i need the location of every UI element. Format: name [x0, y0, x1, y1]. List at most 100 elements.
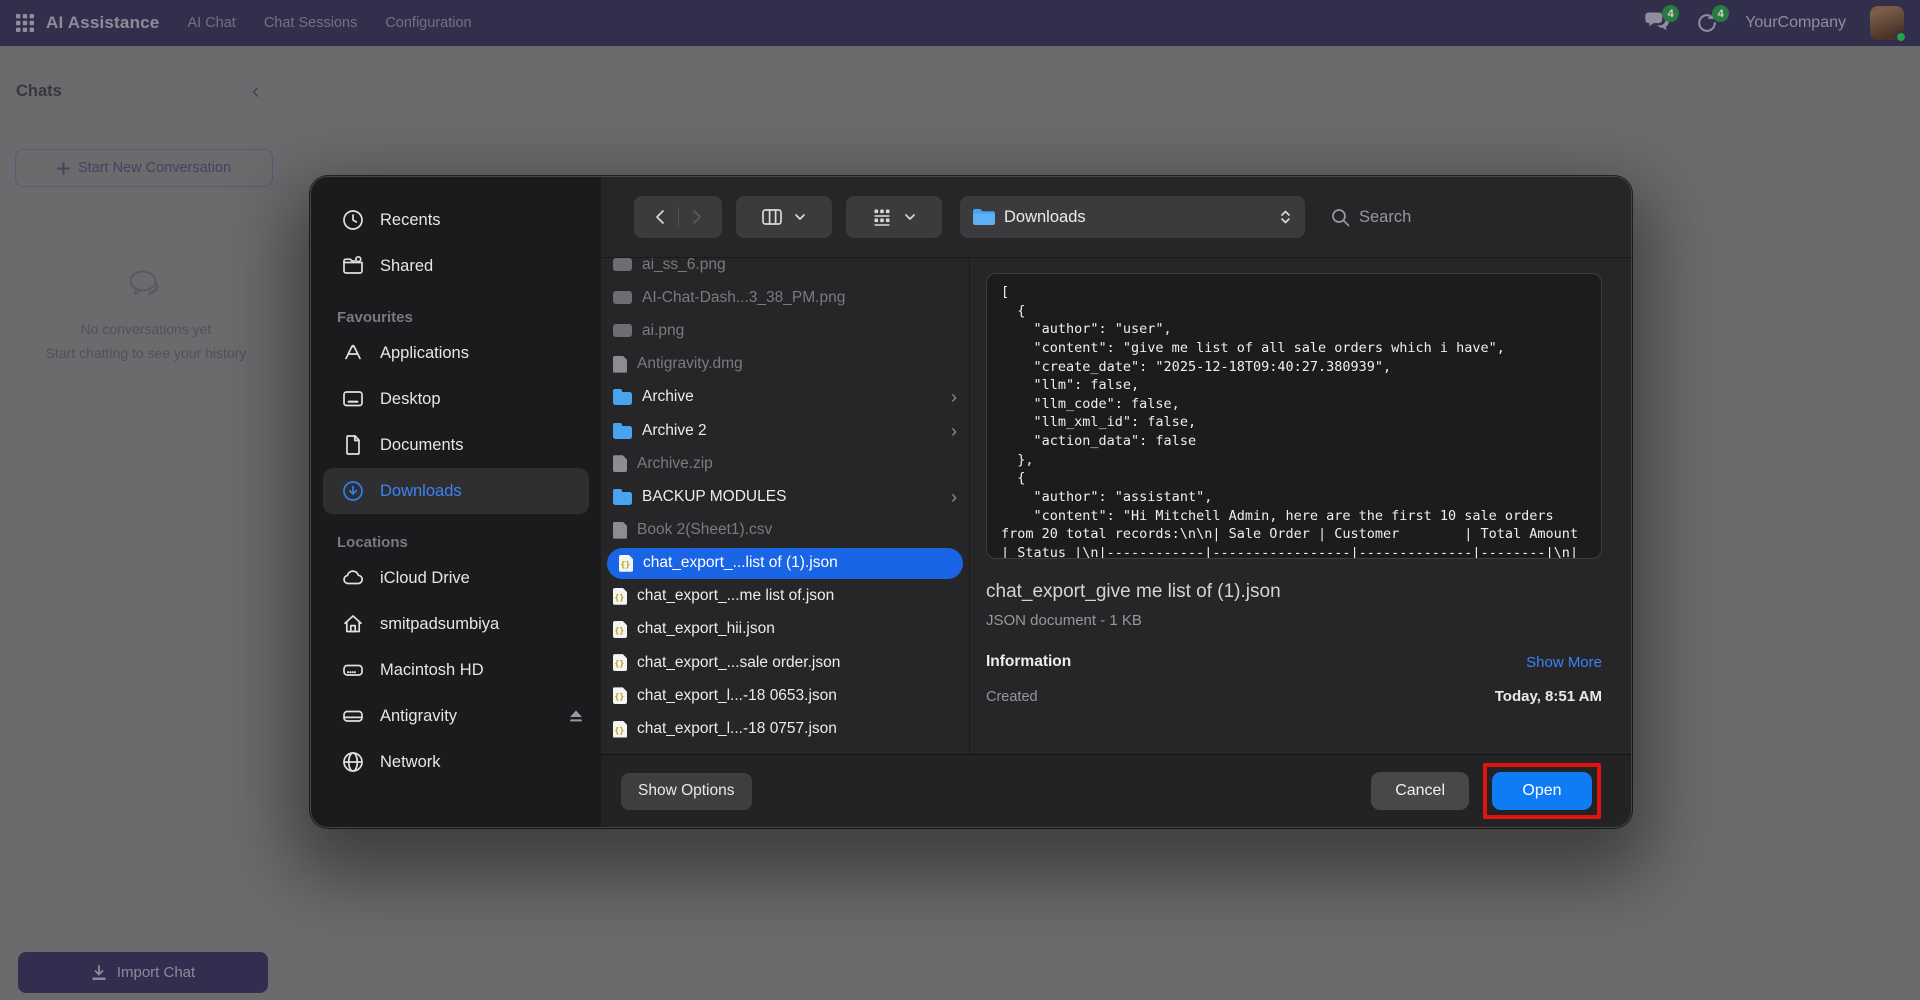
json-file-icon [613, 654, 627, 671]
file-row[interactable]: Antigravity.dmg [601, 348, 969, 381]
sidebar-item-documents[interactable]: Documents [311, 422, 601, 468]
open-button-highlight: Open [1483, 763, 1601, 819]
app-brand: AI Assistance [46, 13, 159, 33]
sidebar-item-shared[interactable]: Shared [311, 243, 601, 289]
sidebar-section-favourites: Favourites [311, 309, 601, 326]
sidebar-item-applications[interactable]: Applications [311, 330, 601, 376]
open-button[interactable]: Open [1492, 772, 1592, 810]
preview-pane: [ { "author": "user", "content": "give m… [970, 258, 1631, 754]
apps-grid-icon[interactable] [16, 14, 34, 32]
sidebar-item-icloud-drive[interactable]: iCloud Drive [311, 555, 601, 601]
file-row[interactable]: chat_export_...me list of.json [601, 580, 969, 613]
document-icon [341, 433, 365, 457]
folder-row[interactable]: BACKUP MODULES› [601, 480, 969, 513]
sidebar-item-downloads[interactable]: Downloads [323, 468, 589, 514]
user-avatar[interactable] [1870, 6, 1904, 40]
search-field[interactable] [1331, 208, 1529, 227]
online-status-dot [1895, 31, 1907, 43]
clock-icon [341, 208, 365, 232]
chevron-right-icon: › [951, 488, 957, 506]
desktop-icon [341, 387, 365, 411]
sidebar-item-macintosh-hd[interactable]: Macintosh HD [311, 647, 601, 693]
chevron-right-icon: › [951, 422, 957, 440]
view-mode-button[interactable] [736, 196, 832, 238]
sidebar-item-desktop[interactable]: Desktop [311, 376, 601, 422]
cloud-icon [341, 566, 365, 590]
folder-row[interactable]: Archive› [601, 381, 969, 414]
image-file-icon [613, 324, 632, 337]
show-options-button[interactable]: Show Options [621, 773, 752, 810]
show-more-link[interactable]: Show More [1526, 654, 1602, 671]
folder-icon [972, 208, 995, 226]
sidebar-item-network[interactable]: Network [311, 739, 601, 785]
location-dropdown[interactable]: Downloads [960, 196, 1305, 238]
sidebar-item-home[interactable]: smitpadsumbiya [311, 601, 601, 647]
import-chat-button[interactable]: Import Chat [18, 952, 268, 993]
created-value: Today, 8:51 AM [1495, 688, 1602, 705]
json-file-icon [613, 687, 627, 704]
preview-file-meta: JSON document - 1 KB [986, 612, 1602, 629]
empty-state-subtitle: Start chatting to see your history [0, 345, 292, 361]
dialog-footer: Show Options Cancel Open [601, 754, 1631, 827]
file-row[interactable]: ai.png [601, 314, 969, 347]
json-file-icon [613, 721, 627, 738]
json-file-icon [613, 621, 627, 638]
folder-icon [613, 392, 632, 405]
nav-ai-chat[interactable]: AI Chat [187, 15, 235, 31]
eject-icon[interactable] [567, 708, 585, 724]
chevron-down-icon [793, 210, 807, 224]
file-row[interactable]: ai_ss_6.png [601, 258, 969, 281]
updown-chevrons-icon [1278, 208, 1293, 226]
json-preview-box: [ { "author": "user", "content": "give m… [986, 273, 1602, 559]
company-name: YourCompany [1745, 14, 1846, 32]
start-new-conversation-button[interactable]: Start New Conversation [15, 149, 273, 187]
sidebar-section-locations: Locations [311, 534, 601, 551]
json-file-icon [613, 588, 627, 605]
file-row[interactable]: AI-Chat-Dash...3_38_PM.png [601, 281, 969, 314]
file-row[interactable]: chat_export_...sale order.json [601, 646, 969, 679]
document-file-icon [613, 356, 627, 373]
nav-buttons-group [634, 196, 722, 238]
finder-toolbar: Downloads [601, 177, 1631, 258]
nav-chat-sessions[interactable]: Chat Sessions [264, 15, 358, 31]
search-input[interactable] [1359, 208, 1529, 227]
sidebar-item-antigravity[interactable]: Antigravity [311, 693, 601, 739]
file-row-selected[interactable]: chat_export_...list of (1).json [607, 548, 963, 579]
file-row[interactable]: chat_export_hii.json [601, 613, 969, 646]
search-icon [1331, 208, 1350, 227]
group-by-button[interactable] [846, 196, 942, 238]
document-file-icon [613, 522, 627, 539]
globe-icon [341, 750, 365, 774]
file-row[interactable]: Archive.zip [601, 447, 969, 480]
messages-button[interactable]: 4 [1645, 11, 1671, 35]
top-navigation: AI Chat Chat Sessions Configuration [187, 15, 471, 31]
back-button[interactable] [651, 207, 671, 227]
open-file-dialog: Recents Shared Favourites Applications D… [310, 176, 1632, 828]
columns-view-icon [761, 207, 783, 227]
external-drive-icon [341, 704, 365, 728]
chevron-right-icon: › [951, 388, 957, 406]
collapse-panel-chevron-icon[interactable]: ‹ [252, 78, 259, 104]
shared-folder-icon [341, 254, 365, 278]
hard-drive-icon [341, 658, 365, 682]
folder-row[interactable]: Archive 2› [601, 414, 969, 447]
nav-configuration[interactable]: Configuration [385, 15, 471, 31]
grouping-icon [871, 207, 893, 227]
sidebar-item-recents[interactable]: Recents [311, 197, 601, 243]
nav-divider [678, 207, 679, 227]
preview-file-title: chat_export_give me list of (1).json [986, 581, 1602, 603]
no-conversations-empty-state: No conversations yet Start chatting to s… [0, 268, 292, 361]
import-download-icon [91, 965, 107, 981]
created-label: Created [986, 689, 1038, 705]
file-row[interactable]: Book 2(Sheet1).csv [601, 514, 969, 547]
file-row[interactable]: chat_export_l...-18 0653.json [601, 679, 969, 712]
applications-icon [341, 341, 365, 365]
chats-panel-title: Chats [16, 82, 62, 101]
empty-chat-icon [126, 268, 166, 302]
empty-state-title: No conversations yet [0, 321, 292, 337]
history-badge: 4 [1712, 5, 1729, 22]
cancel-button[interactable]: Cancel [1371, 772, 1469, 810]
file-row[interactable]: chat_export_l...-18 0757.json [601, 712, 969, 745]
forward-button[interactable] [686, 207, 706, 227]
history-button[interactable]: 4 [1695, 11, 1721, 35]
